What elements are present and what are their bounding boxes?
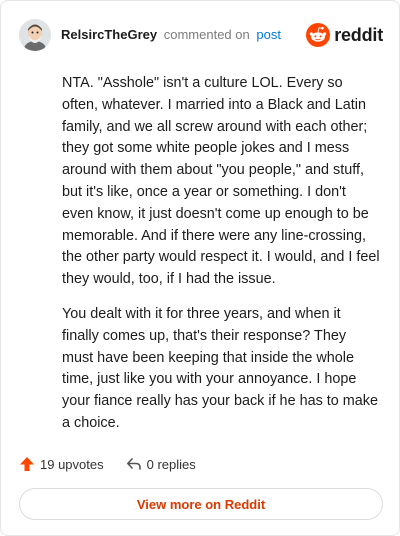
upvote-count: 19 upvotes [40, 456, 104, 472]
comment-meta: RelsircTheGrey commented on post [61, 27, 281, 43]
reply-button[interactable]: 0 replies [126, 456, 196, 472]
comment-card: RelsircTheGrey commented on post reddit … [0, 0, 400, 536]
reddit-snoo-icon [306, 23, 331, 47]
post-link[interactable]: post [256, 27, 281, 42]
comment-body: NTA. "Asshole" isn't a culture LOL. Ever… [62, 73, 380, 448]
view-more-button[interactable]: View more on Reddit [19, 488, 383, 520]
upvote-button[interactable]: 19 upvotes [19, 456, 104, 472]
comment-paragraph: NTA. "Asshole" isn't a culture LOL. Ever… [62, 75, 380, 288]
upvote-arrow-icon [20, 457, 34, 471]
reddit-wordmark: reddit [334, 24, 383, 45]
comment-footer: 19 upvotes 0 replies [19, 453, 196, 475]
reply-count: 0 replies [146, 456, 196, 472]
reply-arrow-icon [126, 458, 141, 470]
action-text: commented on [163, 27, 250, 42]
comment-paragraph: You dealt with it for three years, and w… [62, 305, 378, 431]
user-avatar-icon[interactable] [19, 19, 51, 51]
reddit-brand[interactable]: reddit [306, 23, 383, 47]
comment-header: RelsircTheGrey commented on post reddit [19, 19, 383, 51]
username-link[interactable]: RelsircTheGrey [61, 27, 157, 42]
